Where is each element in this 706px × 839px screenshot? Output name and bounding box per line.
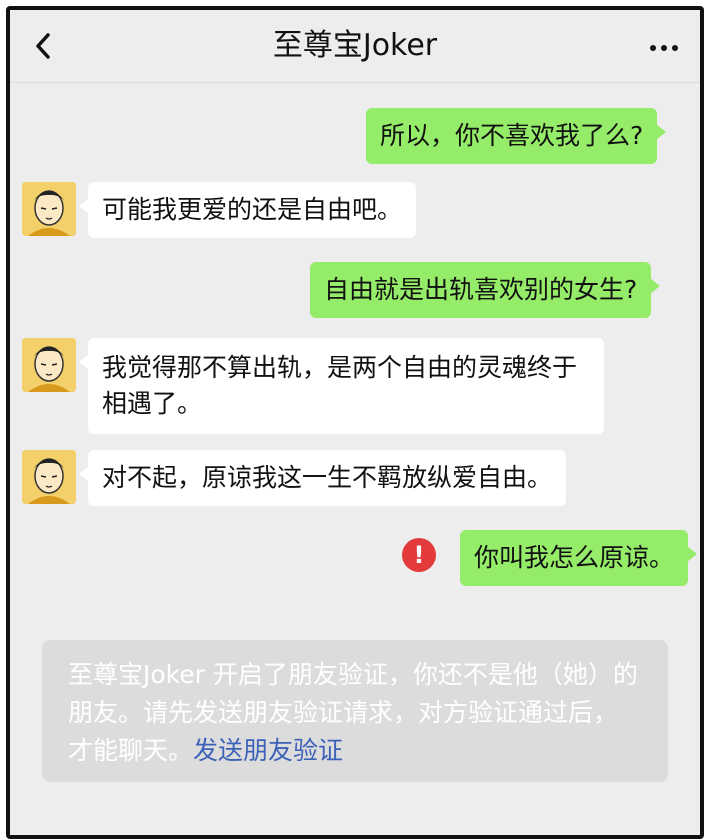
message-bubble-sent[interactable]: 自由就是出轨喜欢别的女生?: [310, 262, 661, 318]
more-button[interactable]: [644, 28, 684, 64]
more-dots-icon: [650, 45, 678, 51]
avatar-image: [22, 450, 76, 504]
avatar[interactable]: [22, 338, 76, 392]
avatar[interactable]: [22, 182, 76, 236]
chat-window: 至尊宝Joker 所以，你不喜欢我了么? 可能我更爱的还是自由吧。 自由就是出轨…: [6, 6, 704, 839]
chat-header: 至尊宝Joker: [10, 10, 700, 83]
friend-verification-notice: 至尊宝Joker 开启了朋友验证，你还不是他（她）的朋友。请先发送朋友验证请求，…: [42, 640, 668, 782]
message-bubble-received[interactable]: 我觉得那不算出轨，是两个自由的灵魂终于相遇了。: [79, 338, 604, 434]
notice-text: 至尊宝Joker 开启了朋友验证，你还不是他（她）的朋友。请先发送朋友验证请求，…: [68, 660, 638, 765]
avatar-image: [22, 182, 76, 236]
chat-title: 至尊宝Joker: [272, 28, 438, 63]
message-bubble-sent[interactable]: 你叫我怎么原谅。: [460, 530, 698, 586]
message-bubble-received[interactable]: 对不起，原谅我这一生不羁放纵爱自由。: [78, 450, 567, 506]
avatar[interactable]: [22, 450, 76, 504]
send-failed-icon[interactable]: !: [402, 538, 436, 572]
send-friend-request-link[interactable]: 发送朋友验证: [193, 736, 343, 765]
message-bubble-sent[interactable]: 所以，你不喜欢我了么?: [366, 108, 667, 164]
avatar-image: [22, 338, 76, 392]
message-bubble-received[interactable]: 可能我更爱的还是自由吧。: [78, 182, 417, 238]
